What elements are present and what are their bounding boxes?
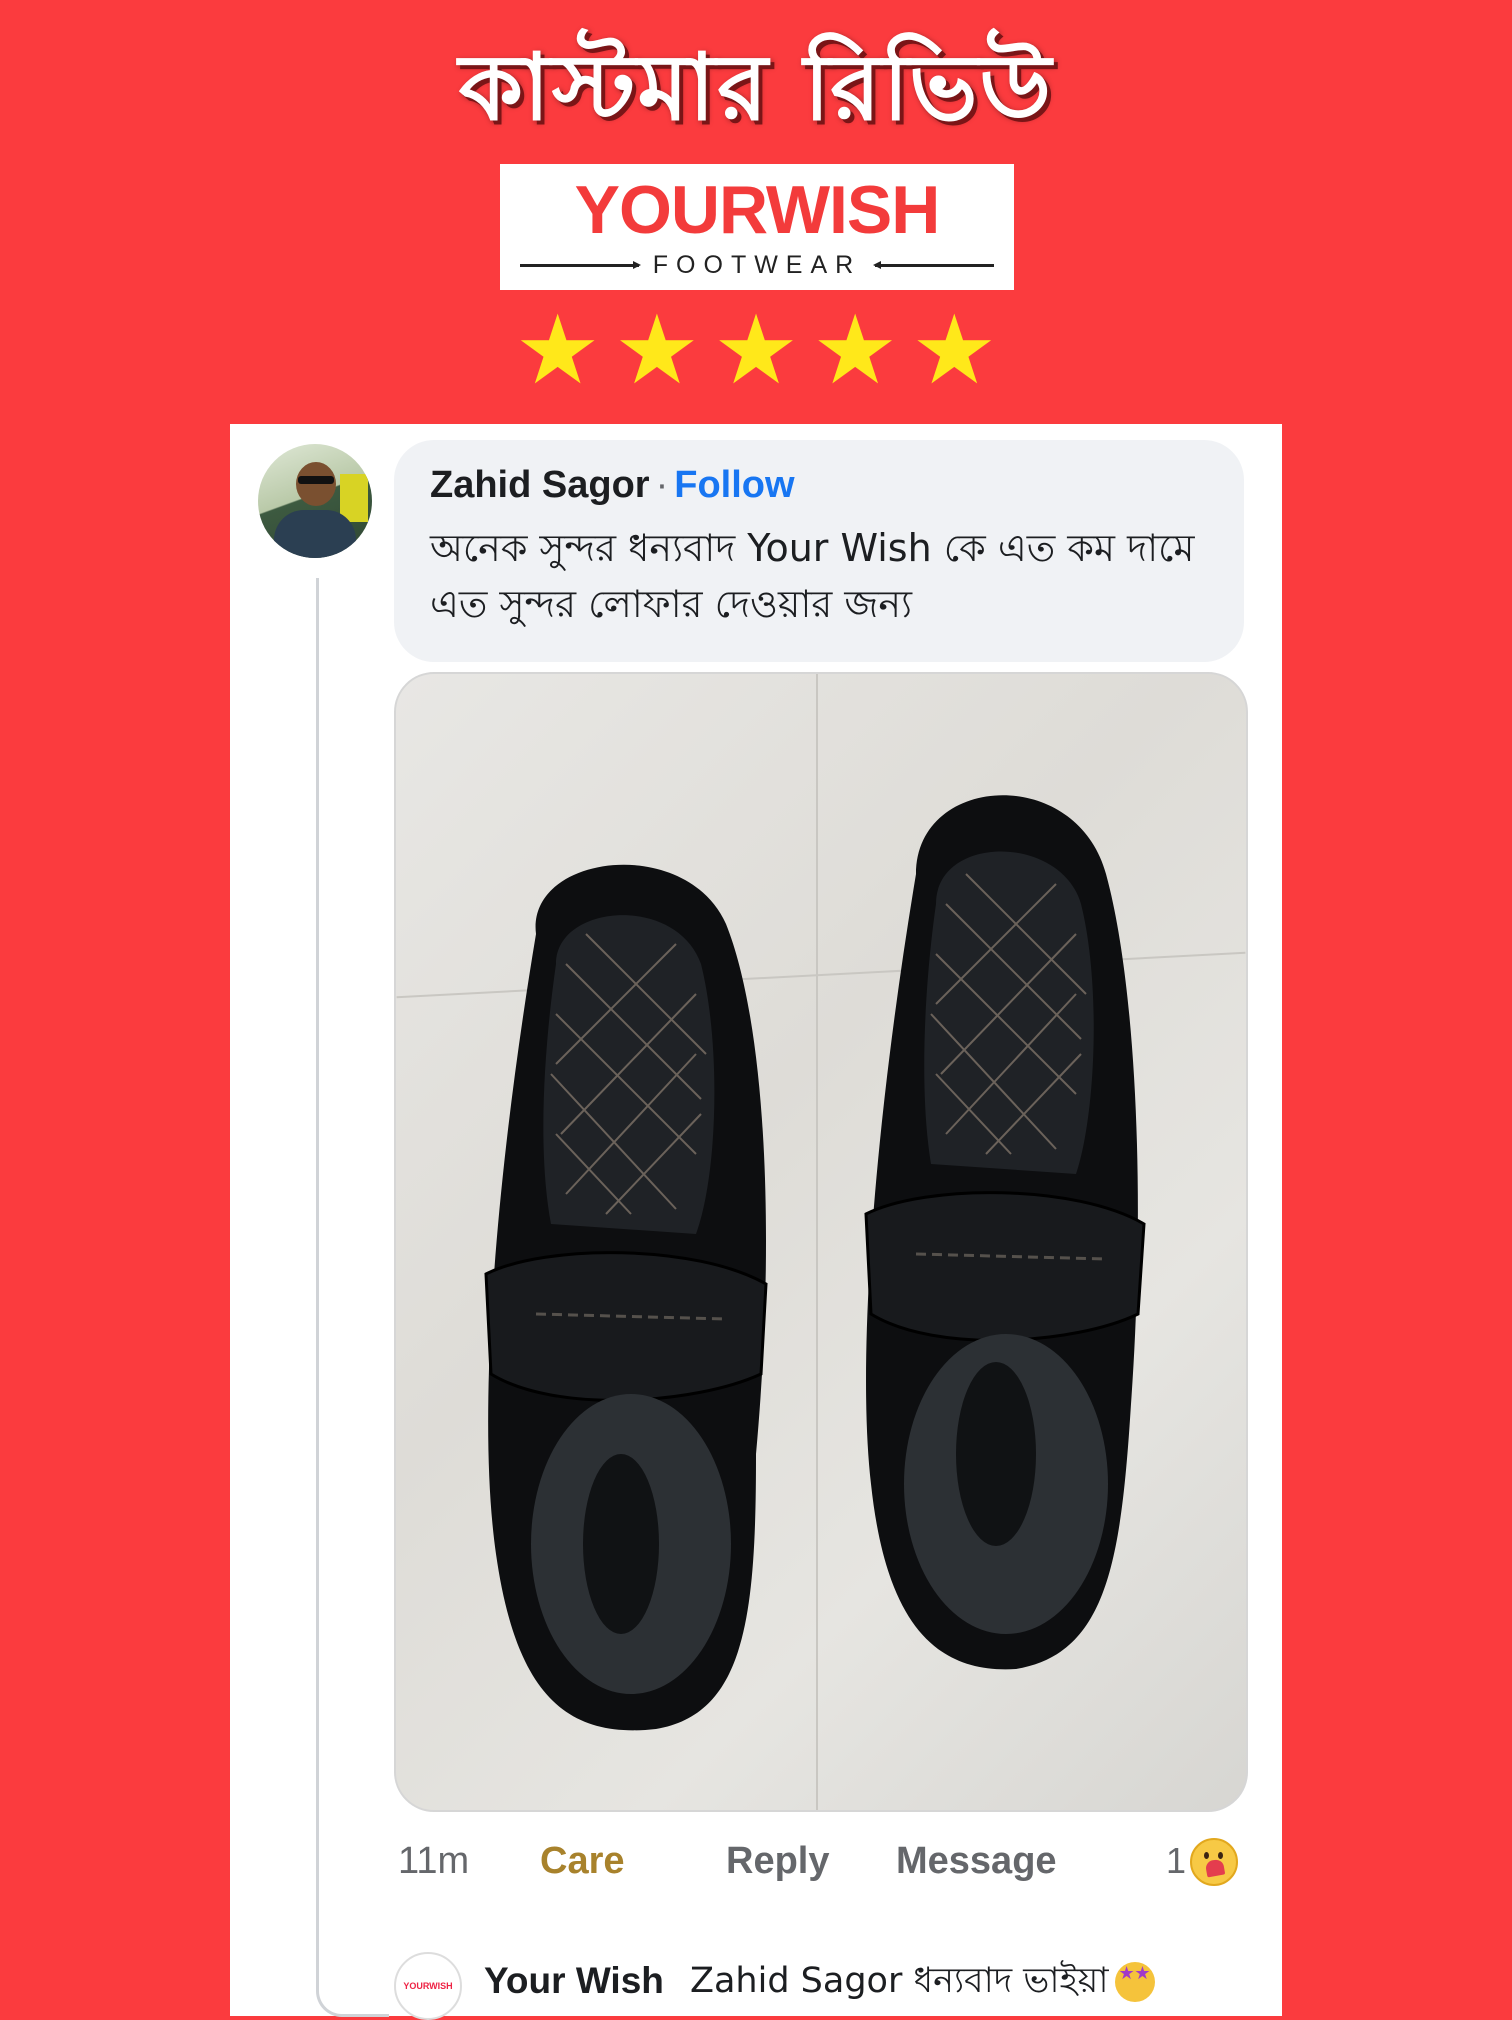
comment-actions: 11m Care Reply Message 1 bbox=[394, 1828, 1244, 1898]
brand-logo: YOURWISH FOOTWEAR bbox=[500, 164, 1014, 290]
separator-dot: · bbox=[655, 464, 669, 506]
commenter-avatar[interactable] bbox=[258, 444, 372, 558]
left-loafer bbox=[456, 814, 786, 1744]
comment-author[interactable]: Zahid Sagor bbox=[430, 464, 650, 506]
comment-time[interactable]: 11m bbox=[398, 1838, 469, 1884]
thread-connector bbox=[316, 1982, 389, 2017]
comment-card: Zahid Sagor · Follow অনেক সুন্দর ধন্যবাদ Y… bbox=[230, 424, 1282, 2020]
message-button[interactable]: Message bbox=[896, 1838, 1057, 1884]
reply-text-wrap: Zahid Sagor ধন্যবাদ ভাইয়া bbox=[690, 1958, 1155, 2004]
star-icon: ★ bbox=[911, 294, 998, 406]
page-avatar[interactable]: YOURWISH bbox=[394, 1952, 462, 2020]
logo-divider-left bbox=[520, 260, 641, 269]
star-icon: ★ bbox=[613, 294, 700, 406]
comment-text: অনেক সুন্দর ধন্যবাদ Your Wish কে এত কম দ… bbox=[430, 526, 1195, 626]
reply-comment: YOURWISH Your Wish Zahid Sagor ধন্যবাদ ভ… bbox=[394, 1950, 1274, 2020]
reply-button[interactable]: Reply bbox=[726, 1838, 829, 1884]
comment-bubble: Zahid Sagor · Follow অনেক সুন্দর ধন্যবাদ Y… bbox=[394, 440, 1244, 662]
thread-line bbox=[316, 578, 319, 1988]
logo-subtitle: FOOTWEAR bbox=[652, 250, 862, 279]
logo-subtitle-row: FOOTWEAR bbox=[520, 250, 994, 280]
banner-title: কাস্টমার রিভিউ bbox=[458, 34, 1054, 141]
care-reaction-icon[interactable] bbox=[1190, 1838, 1238, 1886]
logo-divider-right bbox=[873, 260, 994, 269]
reply-text: Zahid Sagor ধন্যবাদ ভাইয়া bbox=[690, 1961, 1109, 2001]
comment-header: Zahid Sagor · Follow bbox=[430, 462, 795, 508]
star-icon: ★ bbox=[712, 294, 800, 406]
follow-button[interactable]: Follow bbox=[674, 464, 794, 506]
right-loafer bbox=[826, 754, 1156, 1684]
star-struck-emoji-icon bbox=[1114, 1962, 1155, 2002]
reaction-count[interactable]: 1 bbox=[1166, 1838, 1186, 1884]
care-reaction-button[interactable]: Care bbox=[540, 1838, 625, 1884]
comment-photo[interactable] bbox=[394, 672, 1248, 1812]
star-icon: ★ bbox=[514, 294, 601, 406]
star-rating: ★ ★ ★ ★ ★ bbox=[0, 300, 1512, 400]
reply-author[interactable]: Your Wish bbox=[484, 1958, 664, 2004]
star-icon: ★ bbox=[812, 294, 899, 406]
logo-wordmark: YOURWISH bbox=[574, 172, 941, 248]
